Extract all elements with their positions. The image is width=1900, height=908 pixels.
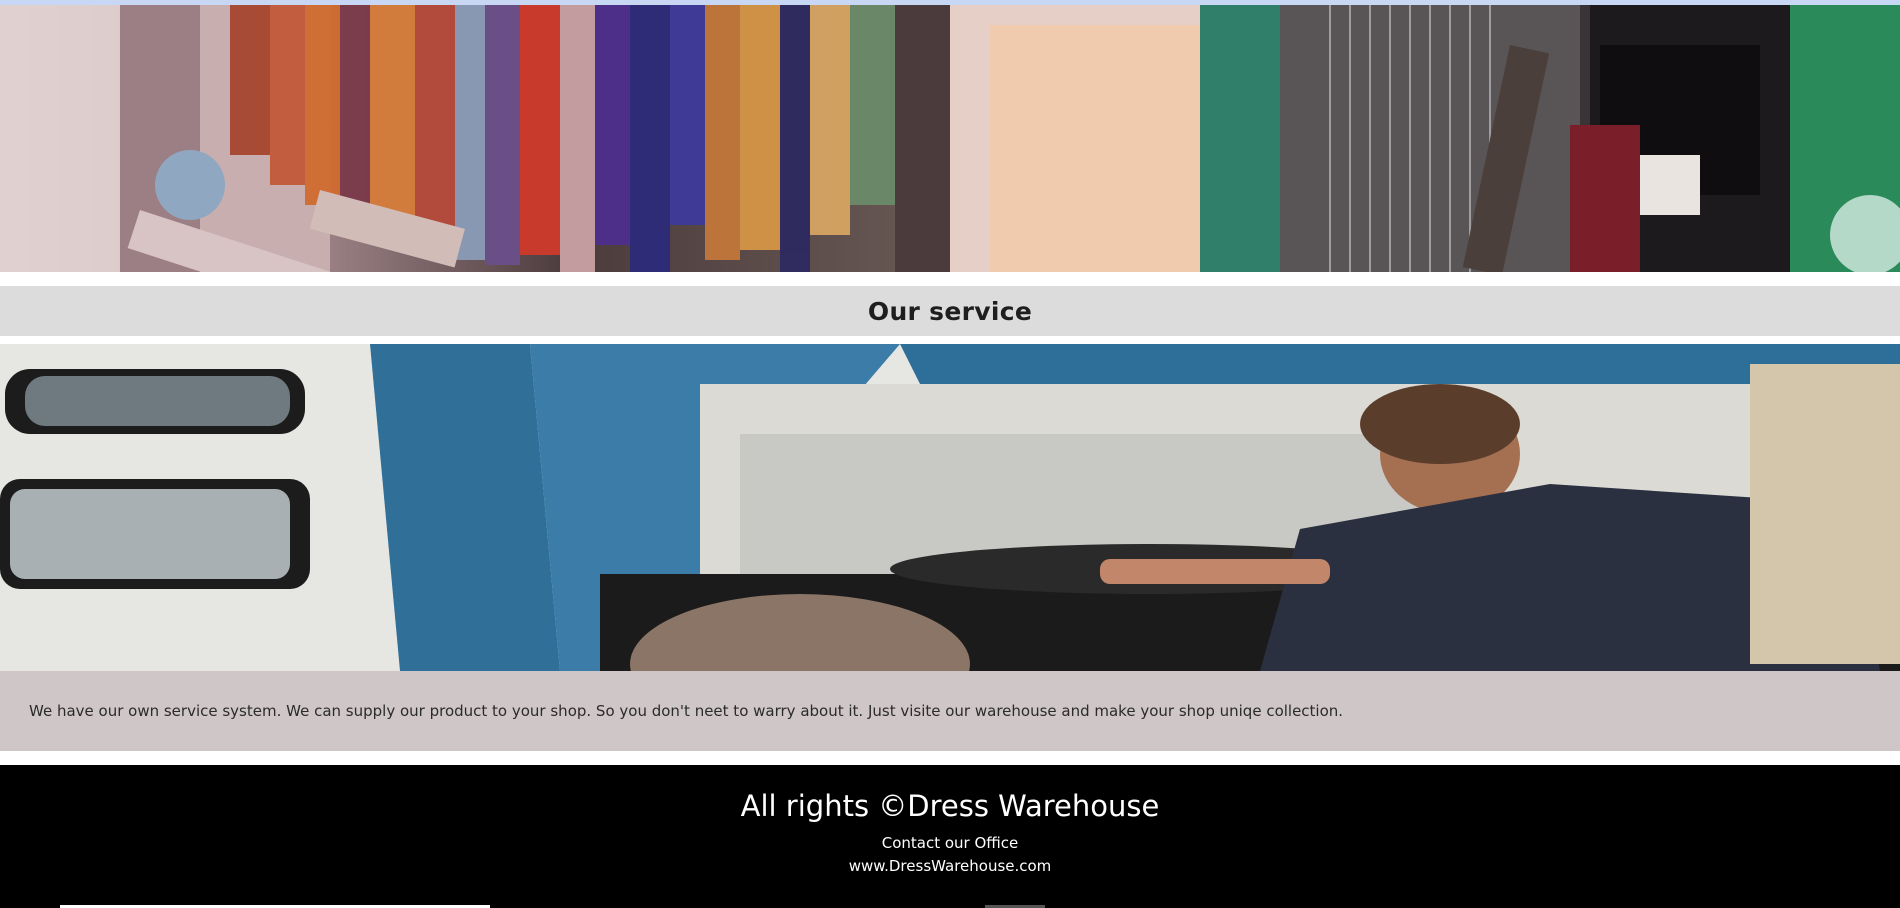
- delivery-truck-driver-photo: [0, 344, 1900, 671]
- service-description: We have our own service system. We can s…: [29, 702, 1344, 720]
- service-description-band: We have our own service system. We can s…: [0, 671, 1900, 751]
- page: Our service We have our own service syst…: [0, 0, 1900, 908]
- footer-copyright: All rights ©Dress Warehouse: [740, 789, 1160, 823]
- footer-contact-link[interactable]: Contact our Office: [0, 834, 1900, 852]
- service-heading: Our service: [867, 296, 1033, 326]
- loom-weaver-photo: [950, 5, 1900, 272]
- image-gallery: [0, 5, 1900, 272]
- service-heading-band: Our service: [0, 286, 1900, 336]
- yarn-dye-photo: [0, 5, 950, 272]
- footer-website-link[interactable]: www.DressWarehouse.com: [0, 857, 1900, 875]
- site-footer: All rights ©Dress Warehouse Contact our …: [0, 765, 1900, 908]
